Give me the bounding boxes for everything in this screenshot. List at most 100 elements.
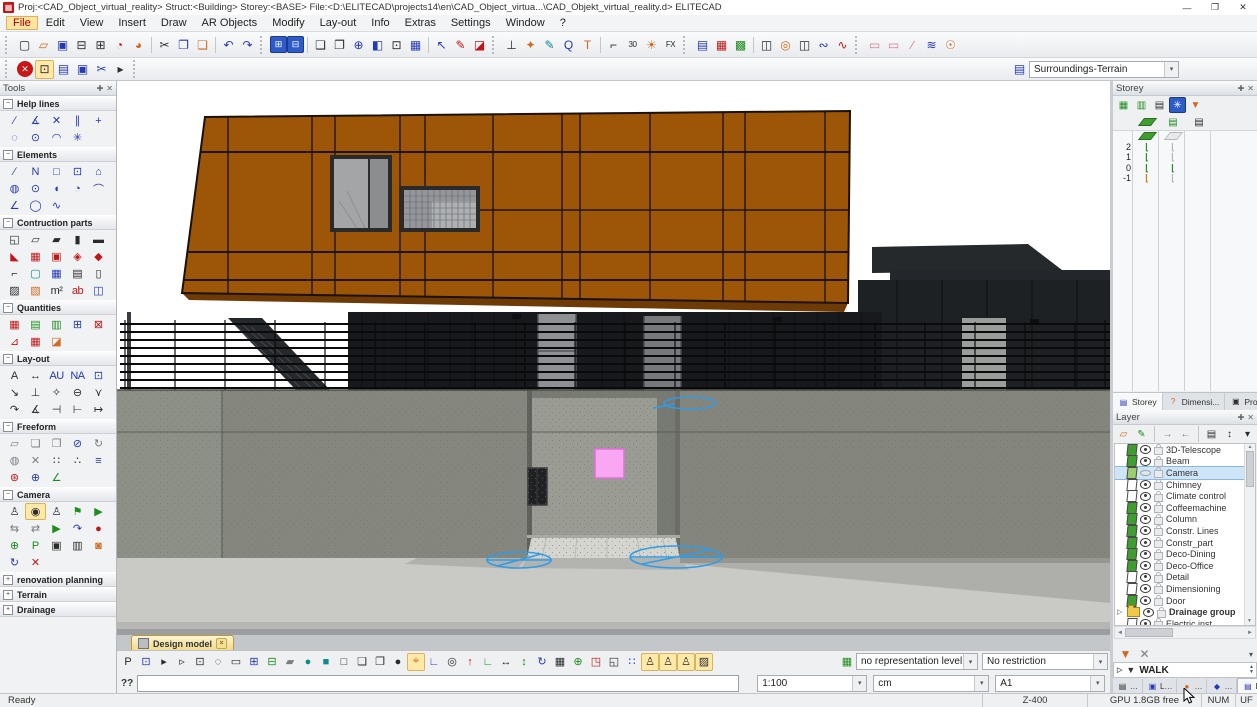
tab-dimensions[interactable]: ?Dimensi...: [1163, 393, 1226, 410]
circle-center-icon[interactable]: ⊙: [25, 180, 46, 197]
active-layer-combo[interactable]: Surroundings-Terrain ▾: [1029, 61, 1179, 78]
camera-path-p-icon[interactable]: P: [25, 537, 46, 554]
ff-deform-icon[interactable]: ✕: [25, 452, 46, 469]
lock-icon[interactable]: [1154, 540, 1163, 548]
camera-frames-icon[interactable]: ▥: [67, 537, 88, 554]
storey-stack-icon[interactable]: ▤: [1151, 97, 1168, 113]
tab-properties[interactable]: ▣Properti...: [1225, 393, 1257, 410]
menu-ar-objects[interactable]: AR Objects: [195, 16, 265, 30]
label-abc-icon[interactable]: ab: [67, 282, 88, 299]
model-structure-icon[interactable]: ▤: [1166, 115, 1180, 129]
angle-dim-icon[interactable]: ∡: [25, 401, 46, 418]
layer-row[interactable]: Constr_part: [1115, 537, 1245, 549]
beam-icon[interactable]: ▬: [88, 231, 109, 248]
tab-layers[interactable]: ▤L…: [1237, 678, 1257, 694]
lasso-icon[interactable]: ◌: [209, 653, 227, 671]
plan-red-icon[interactable]: ⊠: [88, 316, 109, 333]
toolbar-grip[interactable]: [855, 36, 861, 54]
stair-icon[interactable]: ▨: [4, 282, 25, 299]
storey-row[interactable]: 1⌊⌊: [1113, 152, 1257, 163]
close-icon[interactable]: ✕: [1247, 413, 1254, 422]
grid-dots-icon[interactable]: ∷: [623, 653, 641, 671]
frame-icon[interactable]: ⊡: [88, 367, 109, 384]
print-preview-icon[interactable]: ⊞: [91, 35, 110, 54]
visibility-eye-icon[interactable]: [1140, 492, 1151, 501]
area-check-icon[interactable]: ⊿: [4, 333, 25, 350]
visibility-eye-icon[interactable]: [1143, 608, 1154, 617]
chevron-down-icon[interactable]: ▾: [974, 676, 988, 691]
calculator-icon[interactable]: ▦: [4, 316, 25, 333]
camera-path-icon[interactable]: ↷: [67, 520, 88, 537]
lock-icon[interactable]: [1154, 598, 1163, 606]
lock-icon[interactable]: [1154, 494, 1163, 502]
lock-icon[interactable]: [1154, 459, 1163, 467]
dim-chain-icon[interactable]: ↔: [25, 367, 46, 384]
arc-icon[interactable]: ◖: [46, 180, 67, 197]
camera-figure-f-icon[interactable]: ♙: [4, 503, 25, 520]
rectangle-ref-icon[interactable]: ⊡: [67, 163, 88, 180]
grid-window-icon[interactable]: ▦: [46, 265, 67, 282]
chevron-down-icon[interactable]: ▾: [1093, 654, 1107, 669]
paste-icon[interactable]: ❏: [193, 35, 212, 54]
visibility-eye-icon[interactable]: [1140, 503, 1151, 512]
camera-sync-icon[interactable]: ↻: [4, 554, 25, 571]
profile-icon[interactable]: ⌐: [4, 265, 25, 282]
visibility-eye-icon[interactable]: [1140, 573, 1151, 582]
scroll-thumb[interactable]: [1246, 451, 1254, 487]
ff-sweep-icon[interactable]: ↻: [88, 435, 109, 452]
storey-row[interactable]: 2⌊⌊: [1113, 142, 1257, 153]
lock-icon[interactable]: [1154, 470, 1163, 478]
layer-state-icon[interactable]: [1126, 525, 1137, 537]
visibility-eye-icon[interactable]: [1140, 526, 1151, 535]
layer-state-icon[interactable]: [1126, 513, 1137, 525]
p-fx-icon[interactable]: FX: [661, 35, 680, 54]
camera-flag-icon[interactable]: ⚑: [67, 503, 88, 520]
ff-revolve-icon[interactable]: ⊘: [67, 435, 88, 452]
cursor-fine-icon[interactable]: ▹: [173, 653, 191, 671]
ar-flip-icon[interactable]: ≋: [922, 35, 941, 54]
rotate-icon[interactable]: ⊕: [349, 35, 368, 54]
ellipse-icon[interactable]: ◯: [25, 197, 46, 214]
visibility-eye-icon[interactable]: [1140, 584, 1151, 593]
stair-wood-icon[interactable]: ▧: [25, 282, 46, 299]
lock-icon[interactable]: [1154, 586, 1163, 594]
section-freeform[interactable]: −Freeform: [0, 419, 116, 434]
hatch-cover-icon[interactable]: ▤: [693, 35, 712, 54]
cs-grid-icon[interactable]: ▦: [551, 653, 569, 671]
layer-row[interactable]: Deco-Dining: [1115, 548, 1245, 560]
lock-icon[interactable]: [1154, 563, 1163, 571]
spline-icon[interactable]: ∿: [46, 197, 67, 214]
pick-icon[interactable]: ▸: [111, 60, 130, 79]
visibility-eye-icon[interactable]: [1140, 619, 1151, 626]
storey-copy-icon[interactable]: ▥: [1133, 97, 1150, 113]
shade-view-icon[interactable]: ●: [299, 653, 317, 671]
visibility-eye-icon[interactable]: [1140, 596, 1151, 605]
rectangle-icon[interactable]: □: [46, 163, 67, 180]
visibility-eye-icon[interactable]: [1140, 480, 1151, 489]
wall-edit-icon[interactable]: ∿: [833, 35, 852, 54]
wall-s-icon[interactable]: ∾: [814, 35, 833, 54]
plot-frame-icon[interactable]: P: [119, 653, 137, 671]
glass-view-icon[interactable]: ❐: [371, 653, 389, 671]
model-structure2-icon[interactable]: ▤: [1192, 115, 1206, 129]
storey-state-icon[interactable]: ⌊: [1145, 174, 1149, 182]
walk-surface-icon[interactable]: ▨: [695, 653, 713, 671]
expand-icon[interactable]: +: [3, 605, 13, 615]
ff-cubes-icon[interactable]: ∷: [46, 452, 67, 469]
storey-row[interactable]: 0⌊⌊: [1113, 163, 1257, 174]
roof-icon[interactable]: ◣: [4, 248, 25, 265]
close-button[interactable]: ✕: [1229, 1, 1257, 14]
cs-free-icon[interactable]: ◱: [605, 653, 623, 671]
tab-storey[interactable]: ▤Storey: [1113, 393, 1163, 410]
zoom-out-icon[interactable]: ⊟: [287, 36, 304, 53]
layer-state-icon[interactable]: [1126, 490, 1137, 502]
zoom-prev-icon[interactable]: ⊞: [245, 653, 263, 671]
ar-lamp-icon[interactable]: ☉: [941, 35, 960, 54]
toolbar-grip[interactable]: [133, 60, 139, 78]
layer-state-icon[interactable]: [1127, 607, 1140, 617]
expand-icon[interactable]: ▷: [1117, 608, 1124, 616]
tab-objects[interactable]: ▣L…: [1143, 679, 1177, 694]
restriction-combo[interactable]: No restriction ▾: [982, 653, 1108, 670]
camera-delete-icon[interactable]: ✕: [25, 554, 46, 571]
storey-assign-icon[interactable]: ▼: [1187, 97, 1204, 113]
